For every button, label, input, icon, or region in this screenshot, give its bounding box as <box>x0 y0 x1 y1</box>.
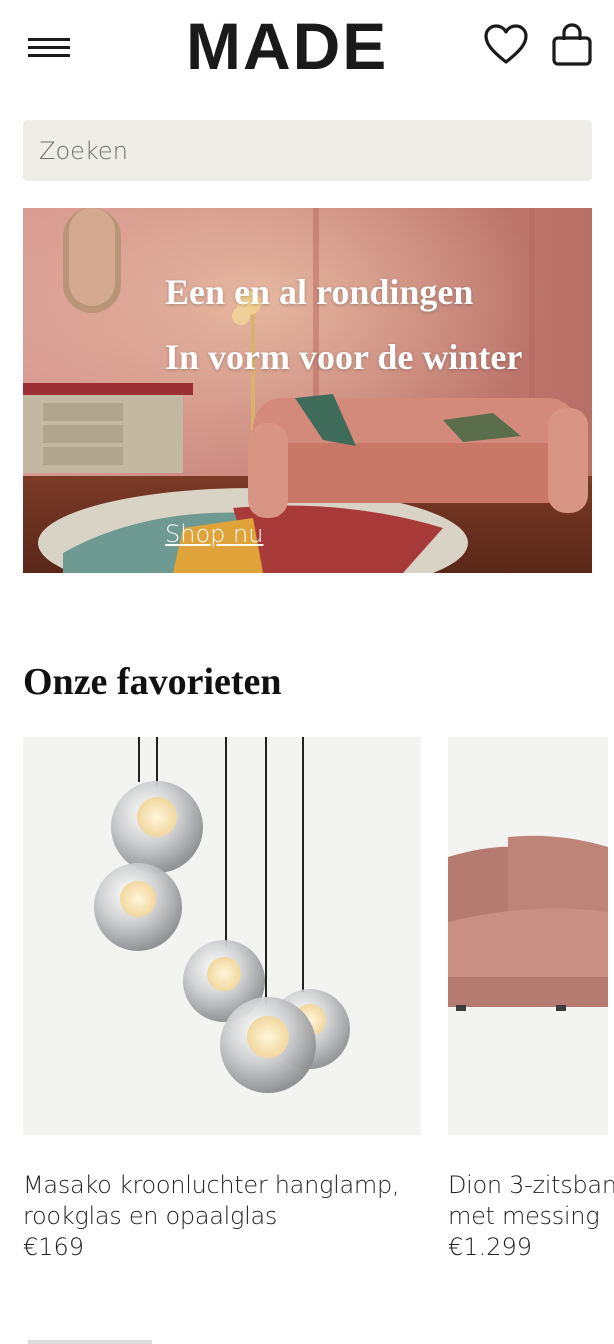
product-title-line-2[interactable]: met messing <box>448 1201 614 1232</box>
product-title-line-1[interactable]: Dion 3-zitsbank <box>448 1170 614 1201</box>
made-logo[interactable]: MADE <box>186 13 406 79</box>
hero-headline-1: Een en al rondingen <box>165 272 474 312</box>
product-title-line-1[interactable]: Masako kroonluchter hanglamp, <box>23 1170 421 1201</box>
hero-text: Een en al rondingen In vorm voor de wint… <box>165 270 565 380</box>
product-card[interactable]: Masako kroonluchter hanglamp, rookglas e… <box>23 737 421 1263</box>
search-bar[interactable] <box>23 120 592 181</box>
product-price: €169 <box>23 1233 85 1261</box>
product-image[interactable] <box>448 737 608 1135</box>
product-card[interactable]: Dion 3-zitsbank met messing €1.299 <box>448 737 614 1263</box>
product-title-line-2[interactable]: rookglas en opaalglas <box>23 1201 421 1232</box>
hero-banner[interactable]: Een en al rondingen In vorm voor de wint… <box>23 208 592 573</box>
heart-icon[interactable] <box>484 24 528 66</box>
header: MADE <box>0 0 614 95</box>
pendant-lamp-image <box>94 737 350 1093</box>
section-title: Onze favorieten <box>23 661 282 703</box>
sofa-image <box>448 835 608 1011</box>
shopping-bag-icon[interactable] <box>550 22 596 68</box>
hero-headline-2: In vorm voor de winter <box>165 337 523 377</box>
product-image[interactable] <box>23 737 421 1135</box>
scroll-indicator <box>28 1340 152 1344</box>
shop-now-link[interactable]: Shop nu <box>165 520 263 548</box>
hero-image <box>23 208 592 573</box>
hamburger-menu-icon[interactable] <box>28 36 70 58</box>
product-price: €1.299 <box>448 1233 532 1261</box>
search-input[interactable] <box>23 120 592 181</box>
